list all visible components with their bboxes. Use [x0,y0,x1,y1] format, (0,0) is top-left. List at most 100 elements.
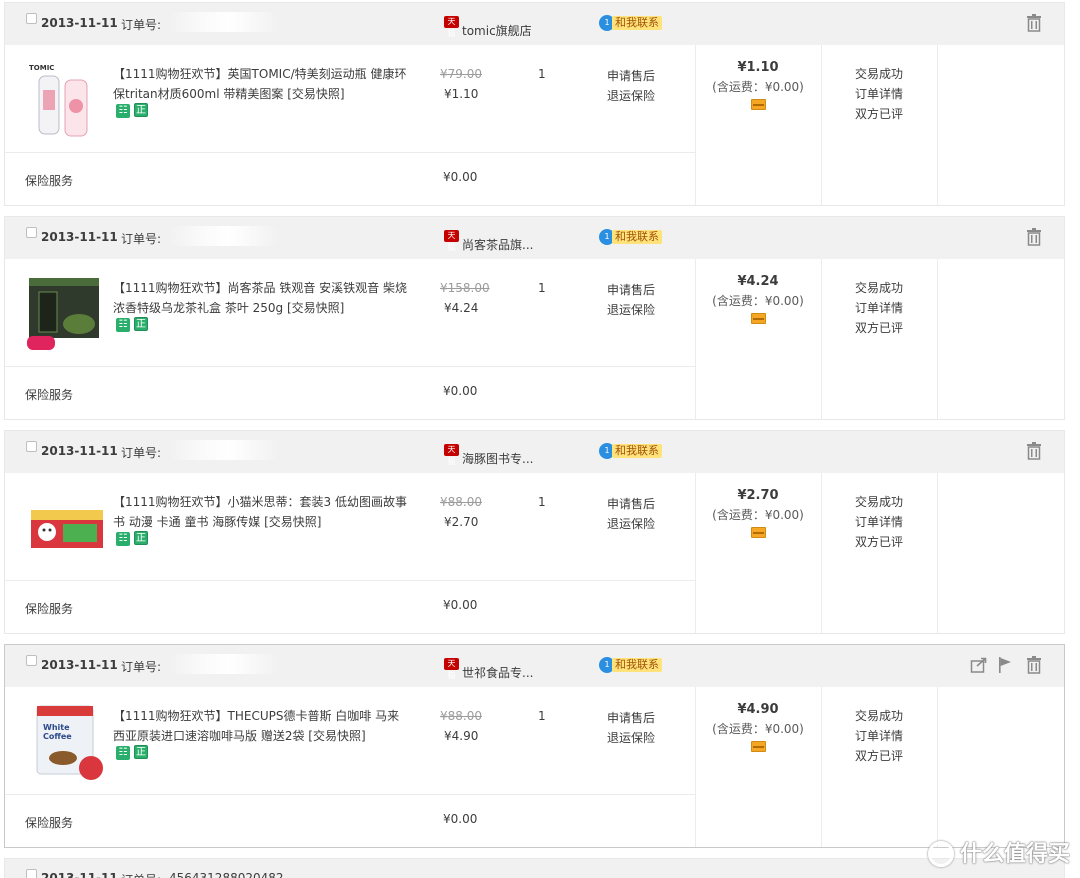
order-card: 2013-11-11 订单号: 天猫 海豚图书专... 1 和我联系 【1111购物… [4,430,1065,634]
order-checkbox[interactable] [26,13,37,24]
shop-link[interactable]: 天猫 尚客茶品旗... [444,230,533,253]
review-status-link[interactable]: 双方已评 [855,746,903,766]
total-cell: ¥4.90 (含运费：¥0.00) [695,687,821,755]
unit-price: ¥2.70 [444,515,479,529]
return-insurance-link[interactable]: 退运保险 [607,729,655,746]
divider [937,687,938,847]
svg-text:Coffee: Coffee [43,732,72,741]
insurance-label: 保险服务 [25,602,74,616]
order-checkbox[interactable] [26,441,37,452]
order-header: 2013-11-11 订单号: 天猫 尚客茶品旗... 1 和我联系 [5,217,1064,259]
flag-icon[interactable] [996,656,1014,674]
trash-icon[interactable] [1026,656,1042,674]
order-detail-link[interactable]: 订单详情 [855,726,903,746]
order-checkbox[interactable] [26,227,37,238]
trade-status: 交易成功 [855,67,904,81]
shop-link[interactable]: 天猫 tomic旗舰店 [444,16,532,39]
total-amount: ¥4.24 [737,274,779,289]
review-status-link[interactable]: 双方已评 [855,318,903,338]
total-cell: ¥2.70 (含运费：¥0.00) [695,473,821,541]
shop-link[interactable]: 天猫 海豚图书专... [444,444,533,467]
order-number-redacted [169,12,279,32]
contact-label: 和我联系 [612,444,662,458]
shipping-fee: (含运费：¥0.00) [712,80,804,94]
review-status-link[interactable]: 双方已评 [855,104,903,124]
return-insurance-link[interactable]: 退运保险 [607,301,655,318]
order-date: 2013-11-11 [41,230,118,244]
order-header: 2013-11-11 订单号: 天猫 世祁食品专... 1 和我联系 [5,645,1064,687]
quantity: 1 [538,281,546,295]
contact-label: 和我联系 [612,658,662,672]
original-price: ¥88.00 [440,709,482,723]
service-badges: ☷ 正 [116,316,152,332]
shipping-fee: (含运费：¥0.00) [712,722,804,736]
product-thumbnail[interactable]: TOMIC [25,60,105,140]
order-number: 456431288020482 [169,871,284,878]
quantity: 1 [538,67,546,81]
shop-name: tomic旗舰店 [462,24,532,38]
shop-link[interactable]: 天猫 世祁食品专... [444,658,533,681]
contact-seller-button[interactable]: 1 和我联系 [599,229,662,245]
after-sale-link[interactable]: 申请售后 [607,495,655,512]
product-thumbnail[interactable] [25,274,105,354]
divider [821,473,822,633]
divider [821,687,822,847]
goods-cell: TOMIC 【1111购物狂欢节】英国TOMIC/特美刻运动瓶 健康环保trit… [5,45,695,153]
product-thumbnail[interactable] [25,488,105,568]
order-number-redacted [169,226,279,246]
review-status-link[interactable]: 双方已评 [855,532,903,552]
payment-card-icon [750,741,766,752]
insurance-label: 保险服务 [25,816,74,830]
order-body: 【1111购物狂欢节】小猫米思蒂：套装3 低幼图画故事书 动漫 卡通 童书 海豚… [5,473,1064,633]
after-sale-link[interactable]: 申请售后 [607,281,655,298]
trash-icon[interactable] [1026,228,1042,246]
payment-card-icon [750,99,766,110]
order-detail-link[interactable]: 订单详情 [855,512,903,532]
order-detail-link[interactable]: 订单详情 [855,84,903,104]
total-cell: ¥1.10 (含运费：¥0.00) [695,45,821,113]
order-card: 2013-11-11 订单号: 天猫 世祁食品专... 1 和我联系 White C… [4,644,1065,848]
insurance-price: ¥0.00 [443,598,478,612]
order-checkbox[interactable] [26,869,37,878]
shipping-fee: (含运费：¥0.00) [712,508,804,522]
total-amount: ¥4.90 [737,702,779,717]
trash-icon[interactable] [1026,442,1042,460]
unit-price: ¥4.24 [444,301,479,315]
total-amount: ¥2.70 [737,488,779,503]
product-title-link[interactable]: 【1111购物狂欢节】THECUPS德卡普斯 白咖啡 马来西亚原装进口速溶咖啡马… [113,706,408,746]
after-sale-link[interactable]: 申请售后 [607,709,655,726]
order-date: 2013-11-11 [41,16,118,30]
order-checkbox[interactable] [26,655,37,666]
original-price: ¥88.00 [440,495,482,509]
product-title-link[interactable]: 【1111购物狂欢节】英国TOMIC/特美刻运动瓶 健康环保tritan材质60… [113,64,408,104]
order-date: 2013-11-11 [41,871,118,878]
order-detail-link[interactable]: 订单详情 [855,298,903,318]
order-body: 【1111购物狂欢节】尚客茶品 铁观音 安溪铁观音 柴烧浓香特级乌龙茶礼盒 茶叶… [5,259,1064,419]
insurance-label: 保险服务 [25,388,74,402]
share-icon[interactable] [970,656,988,674]
contact-seller-button[interactable]: 1 和我联系 [599,657,662,673]
return-insurance-link[interactable]: 退运保险 [607,87,655,104]
product-title-link[interactable]: 【1111购物狂欢节】尚客茶品 铁观音 安溪铁观音 柴烧浓香特级乌龙茶礼盒 茶叶… [113,278,408,318]
insurance-price: ¥0.00 [443,170,478,184]
divider [937,45,938,205]
after-sale-link[interactable]: 申请售后 [607,67,655,84]
mobile-order-icon: ☷ [116,104,130,118]
divider [937,473,938,633]
service-badges: ☷ 正 [116,102,152,118]
order-header: 2013-11-11 订单号: 天猫 tomic旗舰店 1 和我联系 [5,3,1064,45]
contact-seller-button[interactable]: 1 和我联系 [599,15,662,31]
order-number-redacted [169,654,279,674]
original-price: ¥79.00 [440,67,482,81]
watermark: 什么值得买 [927,836,1070,868]
shop-name: 世祁食品专... [462,666,534,680]
return-insurance-link[interactable]: 退运保险 [607,515,655,532]
product-title-link[interactable]: 【1111购物狂欢节】小猫米思蒂：套装3 低幼图画故事书 动漫 卡通 童书 海豚… [113,492,408,532]
product-thumbnail[interactable]: White Coffee [25,702,105,782]
total-cell: ¥4.24 (含运费：¥0.00) [695,259,821,327]
svg-text:White: White [43,723,70,732]
order-body: White Coffee 【1111购物狂欢节】THECUPS德卡普斯 白咖啡 … [5,687,1064,847]
order-card: 2013-11-11 订单号: 天猫 tomic旗舰店 1 和我联系 TOMIC 【… [4,2,1065,206]
contact-seller-button[interactable]: 1 和我联系 [599,443,662,459]
trash-icon[interactable] [1026,14,1042,32]
